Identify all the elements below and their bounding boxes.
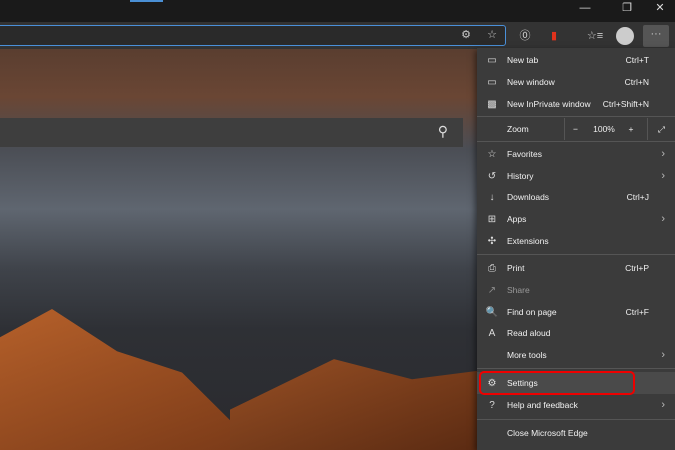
menu-item-label: New tab [507, 55, 539, 65]
toolbar: ⚙ ☆ ⓪ ▮ ☆≡ ··· [0, 22, 675, 49]
settings-menu: ▭ New tab Ctrl+T ▭ New window Ctrl+N ▩ New InPr… [477, 48, 675, 450]
zoom-row: Zoom −100% + ⤢ [477, 118, 675, 140]
chevron-right-icon: › [661, 148, 665, 160]
menu-icon: ↗ [487, 284, 497, 296]
shortcut-label: Ctrl+Shift+N [602, 99, 649, 109]
menu-item-label: Close Microsoft Edge [507, 428, 588, 438]
menu-item-label: New InPrivate window [507, 99, 591, 109]
menu-item-label: More tools [507, 350, 547, 360]
menu-item-downloads[interactable]: ↓ Downloads Ctrl+J [477, 186, 675, 208]
menu-item-read-aloud[interactable]: A Read aloud [477, 322, 675, 344]
shortcut-label: Ctrl+P [625, 263, 649, 273]
menu-icon: ? [489, 399, 495, 411]
web-search-box[interactable]: ⚲ [0, 118, 463, 147]
menu-item-label: New window [507, 77, 555, 87]
menu-item-label: Share [507, 285, 530, 295]
menu-item-label: Favorites [507, 149, 542, 159]
menu-item-label: Help and feedback [507, 400, 578, 410]
menu-item-more-tools[interactable]: More tools › [477, 344, 675, 366]
menu-item-label: Read aloud [507, 328, 551, 338]
zoom-out-button[interactable]: − [564, 118, 586, 140]
chevron-right-icon: › [661, 213, 665, 225]
minimize-button[interactable]: — [570, 0, 600, 18]
more-button[interactable]: ··· [643, 25, 669, 47]
shortcut-label: Ctrl+F [625, 307, 649, 317]
zoom-in-button[interactable]: + [620, 118, 642, 140]
search-icon[interactable]: ⚲ [438, 123, 448, 140]
menu-item-new-tab[interactable]: ▭ New tab Ctrl+T [477, 49, 675, 71]
menu-item-close-microsoft-edge[interactable]: Close Microsoft Edge [477, 422, 675, 444]
shortcut-label: Ctrl+T [625, 55, 649, 65]
favorites-icon[interactable]: ☆≡ [585, 27, 605, 45]
menu-item-settings[interactable]: ⚙ Settings [477, 371, 675, 395]
menu-item-help-and-feedback[interactable]: ? Help and feedback › [477, 394, 675, 416]
menu-icon: ✣ [487, 235, 497, 247]
mountain-image [230, 359, 490, 450]
address-bar[interactable]: ⚙ ☆ [0, 25, 506, 46]
menu-item-find-on-page[interactable]: 🔍 Find on page Ctrl+F [477, 301, 675, 323]
menu-item-label: Extensions [507, 236, 549, 246]
menu-item-new-window[interactable]: ▭ New window Ctrl+N [477, 71, 675, 93]
menu-icon: ▭ [487, 76, 497, 88]
menu-icon: ☆ [487, 148, 497, 160]
menu-icon: ↓ [489, 191, 495, 203]
menu-item-apps[interactable]: ⊞ Apps › [477, 208, 675, 230]
office-icon[interactable]: ▮ [545, 27, 563, 45]
close-window-button[interactable]: ✕ [645, 0, 675, 18]
reader-mode-icon[interactable]: ⓪ [516, 27, 534, 45]
tracking-prevention-icon[interactable]: ⚙ [457, 26, 475, 44]
menu-item-label: Apps [507, 214, 527, 224]
menu-item-new-inprivate-window[interactable]: ▩ New InPrivate window Ctrl+Shift+N [477, 93, 675, 115]
menu-item-history[interactable]: ↺ History › [477, 165, 675, 187]
divider [477, 419, 675, 420]
menu-item-label: Downloads [507, 192, 550, 202]
highlight-box [479, 371, 635, 395]
title-bar: — ❐ ✕ [0, 0, 675, 22]
shortcut-label: Ctrl+J [626, 192, 649, 202]
shortcut-label: Ctrl+N [624, 77, 649, 87]
menu-item-favorites[interactable]: ☆ Favorites › [477, 143, 675, 165]
menu-item-print[interactable]: ⎙ Print Ctrl+P [477, 257, 675, 279]
menu-icon: ▩ [487, 98, 497, 110]
divider [477, 254, 675, 255]
chevron-right-icon: › [661, 170, 665, 182]
mountain-image [0, 309, 260, 450]
menu-icon: A [488, 327, 496, 339]
favorite-star-icon[interactable]: ☆ [483, 26, 501, 44]
menu-item-extensions[interactable]: ✣ Extensions [477, 230, 675, 252]
chevron-right-icon: › [661, 399, 665, 411]
chevron-right-icon: › [661, 349, 665, 361]
divider [477, 368, 675, 369]
active-tab-indicator[interactable] [130, 0, 163, 2]
menu-icon: ⊞ [487, 213, 497, 225]
menu-item-label: Print [507, 263, 525, 273]
divider [477, 116, 675, 117]
restore-button[interactable]: ❐ [612, 0, 642, 18]
menu-item-share[interactable]: ↗ Share [477, 279, 675, 301]
zoom-level: 100% [593, 124, 615, 134]
avatar[interactable] [616, 27, 634, 45]
menu-icon: ↺ [487, 170, 497, 182]
menu-item-label: Find on page [507, 307, 557, 317]
menu-icon: ▭ [487, 54, 497, 66]
divider [477, 141, 675, 142]
fullscreen-button[interactable]: ⤢ [647, 118, 675, 140]
menu-icon: ⎙ [488, 262, 496, 274]
menu-item-label: History [507, 171, 534, 181]
menu-icon: 🔍 [485, 306, 499, 318]
